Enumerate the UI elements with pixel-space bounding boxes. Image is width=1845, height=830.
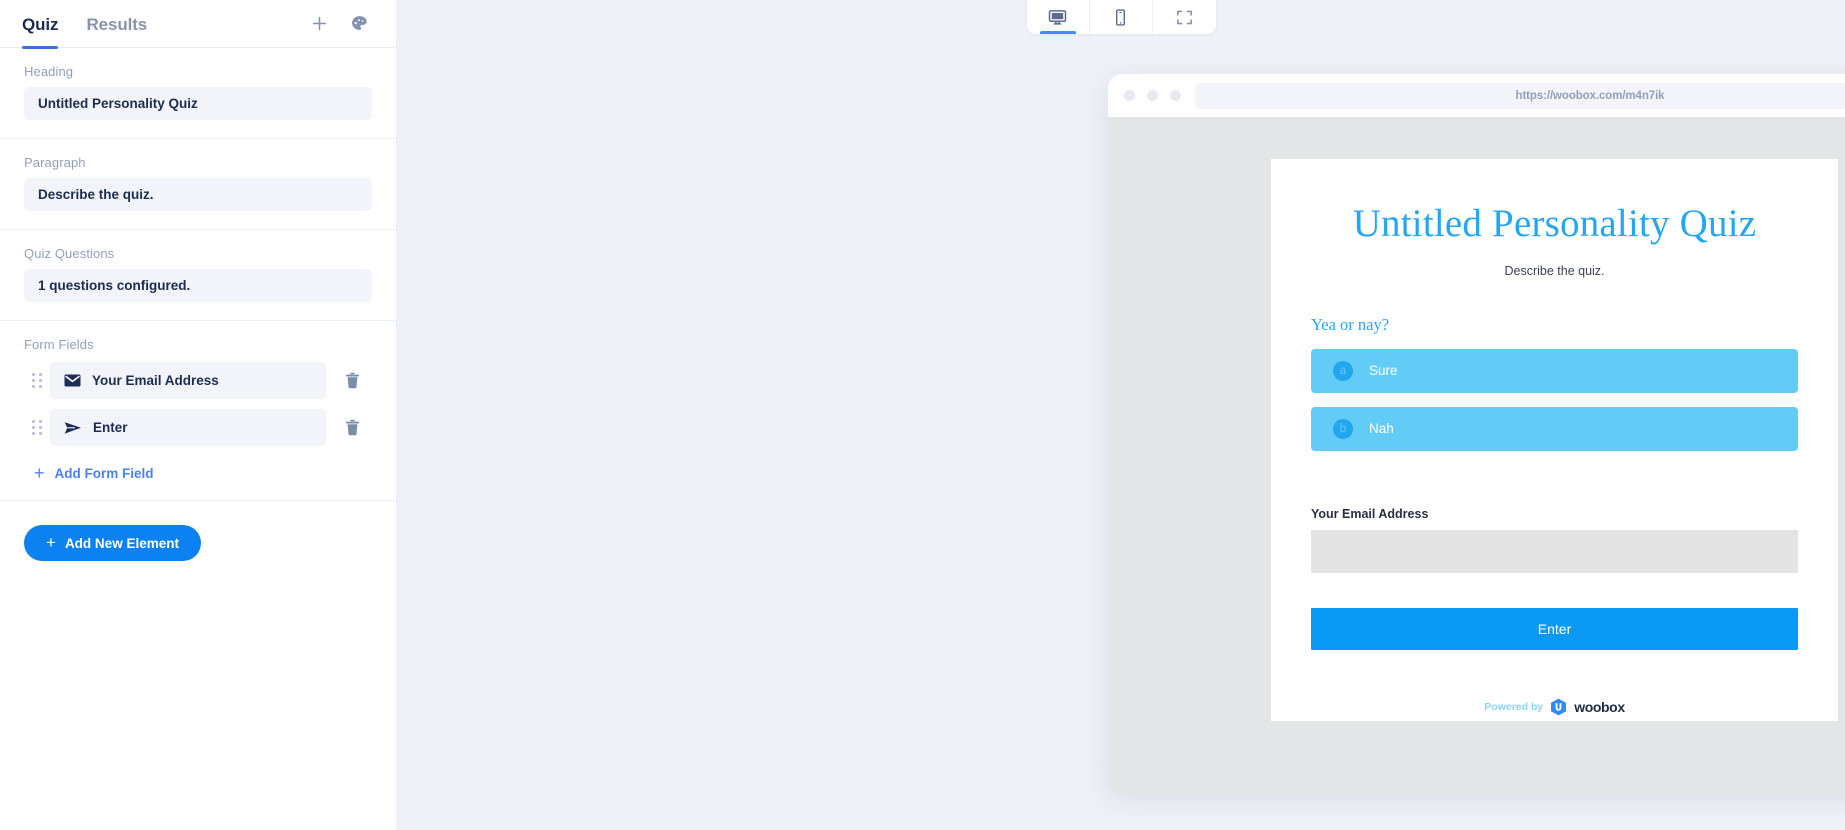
email-field-label: Your Email Address: [1311, 506, 1429, 521]
paragraph-label: Paragraph: [24, 155, 86, 170]
tab-results[interactable]: Results: [86, 0, 147, 48]
expand-icon: [1176, 10, 1192, 24]
form-field-email[interactable]: Your Email Address: [50, 362, 326, 399]
quiz-questions-label: Quiz Questions: [24, 246, 115, 261]
delete-form-field-enter-button[interactable]: [332, 419, 372, 436]
paper-plane-icon: [64, 421, 81, 434]
heading-input[interactable]: Untitled Personality Quiz: [24, 87, 372, 120]
browser-chrome: https://woobox.com/m4n7ik: [1108, 74, 1845, 117]
drag-handle-icon[interactable]: [24, 373, 50, 388]
palette-icon[interactable]: [346, 11, 372, 37]
form-field-email-label: Your Email Address: [92, 373, 219, 388]
form-field-row-email: Your Email Address: [24, 362, 372, 399]
plus-icon: +: [34, 463, 45, 483]
answer-key-badge: a: [1333, 360, 1353, 381]
form-fields-label: Form Fields: [24, 337, 94, 352]
quiz-questions-summary[interactable]: 1 questions configured.: [24, 269, 372, 302]
drag-handle-icon[interactable]: [24, 420, 50, 435]
tab-quiz-label: Quiz: [22, 14, 59, 34]
add-new-element-button[interactable]: + Add New Element: [24, 525, 201, 561]
tabbar-actions: [306, 11, 372, 37]
form-field-enter-label: Enter: [93, 420, 128, 435]
add-new-element-wrap: + Add New Element: [0, 501, 396, 585]
quiz-form-area: Your Email Address Enter: [1311, 507, 1798, 650]
desktop-view-button[interactable]: [1027, 0, 1090, 34]
plus-icon: +: [46, 533, 56, 552]
answer-text: Nah: [1369, 421, 1394, 437]
paragraph-input[interactable]: Describe the quiz.: [24, 178, 372, 211]
powered-by-footer: Powered by woobox: [1311, 698, 1798, 716]
envelope-icon: [64, 374, 81, 387]
app-root: Quiz Results Heading Untitled Personalit…: [0, 0, 1845, 830]
powered-by-label: Powered by: [1484, 700, 1544, 713]
mobile-view-button[interactable]: [1090, 0, 1153, 34]
add-form-field-label: Add Form Field: [54, 465, 154, 481]
add-form-field-button[interactable]: + Add Form Field: [24, 464, 372, 482]
answer-key-badge: b: [1333, 418, 1353, 439]
device-toggle-bar: [1026, 0, 1216, 34]
quiz-subtitle: Describe the quiz.: [1504, 263, 1605, 278]
trash-icon: [345, 419, 359, 436]
quiz-title: Untitled Personality Quiz: [1352, 202, 1757, 245]
browser-url-bar[interactable]: https://woobox.com/m4n7ik: [1195, 82, 1845, 109]
email-input[interactable]: [1311, 529, 1798, 573]
add-new-element-label: Add New Element: [64, 535, 179, 551]
enter-submit-button[interactable]: Enter: [1311, 607, 1798, 650]
sidebar-tabbar: Quiz Results: [0, 0, 396, 49]
quiz-answer-b[interactable]: b Nah: [1311, 406, 1798, 451]
section-heading: Heading Untitled Personality Quiz: [0, 48, 396, 139]
woobox-logo-icon: [1551, 698, 1567, 716]
fullscreen-view-button[interactable]: [1153, 0, 1216, 34]
trash-icon: [345, 372, 359, 389]
section-paragraph: Paragraph Describe the quiz.: [0, 139, 396, 230]
powered-by-brand: woobox: [1574, 698, 1625, 715]
quiz-question-block: Yea or nay? a Sure b Nah: [1311, 315, 1798, 451]
section-form-fields: Form Fields Your Email Address Enter + A…: [0, 321, 396, 501]
form-field-row-enter: Enter: [24, 409, 372, 446]
add-icon[interactable]: [306, 11, 332, 37]
answer-text: Sure: [1369, 363, 1398, 379]
monitor-icon: [1048, 9, 1067, 25]
tab-results-label: Results: [86, 14, 148, 34]
heading-label: Heading: [24, 64, 74, 79]
quiz-answer-a[interactable]: a Sure: [1311, 348, 1798, 393]
form-field-enter[interactable]: Enter: [50, 409, 326, 446]
tab-quiz[interactable]: Quiz: [22, 0, 59, 49]
delete-form-field-email-button[interactable]: [332, 372, 372, 389]
browser-mockup: https://woobox.com/m4n7ik Untitled Perso…: [1108, 74, 1845, 794]
browser-traffic-lights: [1124, 90, 1181, 101]
quiz-card: Untitled Personality Quiz Describe the q…: [1271, 159, 1838, 721]
quiz-question-text: Yea or nay?: [1311, 314, 1390, 334]
section-quiz-questions: Quiz Questions 1 questions configured.: [0, 230, 396, 321]
preview-area: https://woobox.com/m4n7ik Untitled Perso…: [397, 0, 1845, 830]
phone-icon: [1115, 8, 1126, 26]
preview-viewport: Untitled Personality Quiz Describe the q…: [1108, 117, 1845, 794]
editor-sidebar: Quiz Results Heading Untitled Personalit…: [0, 0, 397, 830]
